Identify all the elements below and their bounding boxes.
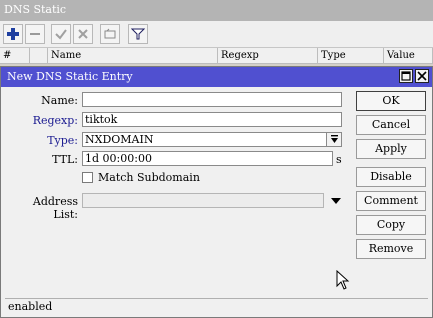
background-title-text: DNS Static <box>4 3 67 16</box>
ok-button[interactable]: OK <box>356 91 426 111</box>
enable-button[interactable] <box>51 24 71 44</box>
regexp-input[interactable]: tiktok <box>82 112 342 127</box>
type-dropdown-button[interactable] <box>326 133 341 146</box>
close-icon <box>417 71 427 81</box>
disable-button[interactable] <box>73 24 93 44</box>
ttl-unit: s <box>336 153 342 166</box>
comment-button[interactable]: Comment <box>356 191 426 211</box>
dialog-titlebar[interactable]: New DNS Static Entry <box>1 67 432 87</box>
dropdown-triangle-icon <box>331 197 341 204</box>
ttl-input[interactable]: 1d 00:00:00 <box>82 151 333 166</box>
address-list-input[interactable] <box>82 193 324 208</box>
address-list-label: Address List: <box>32 195 78 221</box>
new-dns-static-entry-dialog: New DNS Static Entry Name: Regexp: tikto… <box>0 66 433 318</box>
column-header-regexp[interactable]: Regexp <box>218 48 318 64</box>
remove-entry-button[interactable]: Remove <box>356 239 426 259</box>
match-subdomain-label: Match Subdomain <box>98 171 200 184</box>
filter-button[interactable] <box>128 24 148 44</box>
type-select[interactable]: NXDOMAIN <box>82 132 342 147</box>
toolbar <box>0 21 433 48</box>
list-header: # Name Regexp Type Value <box>0 48 433 64</box>
filter-icon <box>131 28 145 40</box>
type-select-value: NXDOMAIN <box>85 133 154 146</box>
regexp-label: Regexp: <box>32 114 78 127</box>
match-subdomain-checkbox[interactable] <box>82 172 93 183</box>
dialog-title: New DNS Static Entry <box>7 70 133 83</box>
copy-button[interactable]: Copy <box>356 215 426 235</box>
name-label: Name: <box>41 94 78 107</box>
cancel-button[interactable]: Cancel <box>356 115 426 135</box>
column-header-type[interactable]: Type <box>318 48 384 64</box>
column-header-number[interactable]: # <box>0 48 30 64</box>
dropdown-arrow-icon <box>330 135 338 143</box>
apply-button[interactable]: Apply <box>356 139 426 159</box>
maximize-icon <box>401 71 411 81</box>
background-window-title: DNS Static <box>0 0 433 21</box>
column-header-flag <box>30 48 48 64</box>
type-label: Type: <box>47 134 78 147</box>
column-header-name[interactable]: Name <box>48 48 218 64</box>
ttl-label: TTL: <box>52 153 78 166</box>
mouse-cursor-icon <box>336 270 350 290</box>
remove-button[interactable] <box>25 24 45 44</box>
enable-icon <box>55 29 67 40</box>
comment-icon <box>104 28 116 39</box>
add-button[interactable] <box>3 24 23 44</box>
status-bar: enabled <box>5 298 428 316</box>
disable-entry-button[interactable]: Disable <box>356 167 426 187</box>
close-button[interactable] <box>415 69 429 83</box>
name-input[interactable] <box>82 92 342 107</box>
disable-icon <box>78 29 88 39</box>
address-list-dropdown-button[interactable] <box>329 195 343 207</box>
comment-toolbar-button[interactable] <box>100 24 120 44</box>
column-header-value[interactable]: Value <box>384 48 433 64</box>
maximize-button[interactable] <box>399 69 413 83</box>
add-icon <box>7 28 19 40</box>
remove-icon <box>30 33 40 35</box>
